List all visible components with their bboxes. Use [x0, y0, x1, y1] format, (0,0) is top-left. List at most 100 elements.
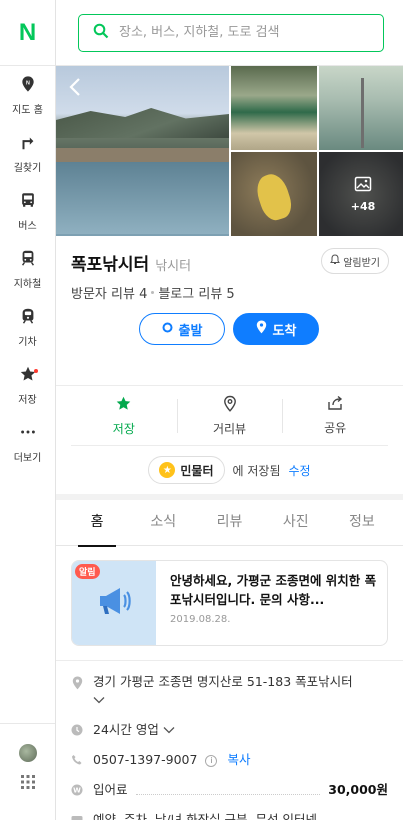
- apps-grid-icon[interactable]: [20, 774, 36, 794]
- arrive-label: 도착: [272, 323, 297, 339]
- sidebar-item-bus[interactable]: 버스: [0, 182, 55, 240]
- phone-row: 0507-1397-9007 i 복사: [71, 751, 388, 769]
- image-icon: [354, 176, 372, 195]
- chevron-down-icon[interactable]: [93, 692, 105, 707]
- directions-icon: [19, 133, 37, 155]
- search-box[interactable]: [78, 13, 384, 52]
- separator-dot: [151, 291, 155, 294]
- alarm-button[interactable]: 알림받기: [321, 248, 389, 274]
- sidebar-item-directions[interactable]: 길찾기: [0, 124, 55, 182]
- more-photos-button[interactable]: +48: [319, 152, 403, 236]
- sidebar-item-subway[interactable]: 지하철: [0, 240, 55, 298]
- star-icon: [19, 365, 37, 387]
- star-icon: [115, 395, 132, 415]
- arrive-button[interactable]: 도착: [233, 313, 319, 345]
- place-panel: +48 폭포낚시터 낚시터 알림받기 방문자 리뷰 4 블로그 리뷰 5 출발: [56, 0, 403, 820]
- blog-reviews-link[interactable]: 블로그 리뷰 5: [158, 283, 234, 302]
- alarm-label: 알림받기: [343, 257, 380, 269]
- place-name: 폭포낚시터: [71, 255, 150, 275]
- photo-thumbnail[interactable]: [231, 66, 317, 150]
- place-details: 경기 가평군 조종면 명지산로 51-183 폭포낚시터 24시간 영업 050…: [56, 660, 403, 820]
- sidebar-item-label: 버스: [18, 220, 37, 232]
- notice-text: 안녕하세요, 가평군 조종면에 위치한 폭포낚시터입니다. 문의 사항...: [170, 573, 377, 607]
- search-bar: [56, 0, 403, 66]
- tab-info[interactable]: 정보: [329, 500, 395, 546]
- notice-date: 2019.08.28.: [170, 614, 231, 625]
- back-button[interactable]: [66, 78, 84, 100]
- phone-number: 0507-1397-9007: [93, 752, 198, 767]
- photo-thumbnail[interactable]: [319, 66, 403, 150]
- saved-folder-row: ★ 민물터 에 저장됨 수정: [56, 446, 403, 500]
- sidebar-item-saved[interactable]: 저장: [0, 356, 55, 414]
- chevron-down-icon[interactable]: [163, 722, 175, 737]
- notice-badge: 알림: [75, 564, 100, 579]
- streetview-icon: [222, 395, 238, 415]
- fee-dotted-leader: [135, 786, 321, 795]
- avatar[interactable]: [18, 744, 37, 762]
- fee-label: 입어료: [93, 782, 128, 797]
- address-text: 경기 가평군 조종면 명지산로 51-183 폭포낚시터: [93, 674, 353, 689]
- amenities-text: 예약, 주차, 남/녀 화장실 구분, 무선 인터넷: [93, 812, 317, 820]
- origin-icon: [162, 322, 173, 337]
- visitor-reviews-link[interactable]: 방문자 리뷰 4: [71, 283, 147, 302]
- bus-icon: [19, 191, 37, 213]
- info-icon[interactable]: i: [205, 754, 218, 767]
- streetview-button[interactable]: 거리뷰: [176, 395, 283, 437]
- place-summary: 폭포낚시터 낚시터 알림받기 방문자 리뷰 4 블로그 리뷰 5 출발 도착: [56, 234, 403, 386]
- address-row[interactable]: 경기 가평군 조종면 명지산로 51-183 폭포낚시터: [71, 673, 388, 709]
- subway-icon: [19, 249, 37, 271]
- tab-home[interactable]: 홈: [64, 500, 130, 547]
- folder-star-icon: ★: [159, 462, 176, 478]
- action-bar: 저장 거리뷰 공유: [71, 386, 388, 446]
- share-button[interactable]: 공유: [282, 395, 388, 436]
- train-icon: [19, 307, 37, 329]
- copy-phone-button[interactable]: 복사: [227, 752, 250, 767]
- location-icon: [71, 673, 83, 690]
- streetview-label: 거리뷰: [212, 421, 247, 436]
- notice-thumbnail: 알림: [72, 561, 156, 645]
- tab-photos[interactable]: 사진: [263, 500, 329, 546]
- phone-icon: [71, 751, 83, 766]
- edit-saved-link[interactable]: 수정: [289, 462, 311, 479]
- megaphone-icon: [94, 583, 134, 623]
- place-tabs: 홈 소식 리뷰 사진 정보: [56, 500, 403, 547]
- won-icon: W: [71, 781, 83, 796]
- save-label: 저장: [112, 421, 135, 436]
- notice-card[interactable]: 알림 안녕하세요, 가평군 조종면에 위치한 폭포낚시터입니다. 문의 사항..…: [71, 560, 388, 646]
- place-category: 낚시터: [155, 259, 192, 274]
- sidebar-item-train[interactable]: 기차: [0, 298, 55, 356]
- svg-text:W: W: [73, 787, 81, 795]
- folder-name: 민물터: [180, 463, 214, 478]
- fee-value: 30,000원: [328, 782, 388, 797]
- tab-reviews[interactable]: 리뷰: [196, 500, 262, 546]
- sidebar-item-label: 지하철: [13, 278, 42, 290]
- sidebar-item-map-home[interactable]: N 지도 홈: [0, 66, 55, 124]
- hours-row[interactable]: 24시간 영업: [71, 721, 388, 739]
- clock-icon: [71, 721, 83, 736]
- sidebar-item-more[interactable]: 더보기: [0, 414, 55, 472]
- saved-folder-chip[interactable]: ★ 민물터: [148, 456, 225, 484]
- svg-text:N: N: [26, 80, 30, 86]
- sidebar-item-label: 길찾기: [13, 162, 42, 174]
- photo-count: +48: [350, 199, 376, 213]
- sidebar-item-label: 지도 홈: [12, 104, 43, 116]
- chevron-left-icon: [68, 77, 82, 101]
- map-pin-icon: N: [19, 75, 37, 97]
- photo-gallery: +48: [56, 66, 403, 236]
- depart-button[interactable]: 출발: [139, 313, 225, 345]
- depart-label: 출발: [178, 323, 203, 339]
- save-button[interactable]: 저장: [71, 395, 177, 437]
- destination-pin-icon: [256, 320, 267, 338]
- naver-logo[interactable]: N: [0, 0, 55, 66]
- hours-text: 24시간 영업: [93, 722, 159, 737]
- bell-icon: [330, 254, 341, 268]
- fee-row: W 입어료 30,000원: [71, 781, 388, 799]
- sidebar-bottom: [0, 723, 55, 820]
- notification-dot: [34, 369, 38, 373]
- sidebar: N N 지도 홈 길찾기 버스 지하철 기차 저장 더보기: [0, 0, 56, 820]
- photo-thumbnail[interactable]: [231, 152, 317, 236]
- tab-news[interactable]: 소식: [130, 500, 196, 546]
- search-input[interactable]: [119, 25, 369, 40]
- logo-text: N: [18, 18, 37, 46]
- sidebar-item-label: 저장: [18, 394, 37, 406]
